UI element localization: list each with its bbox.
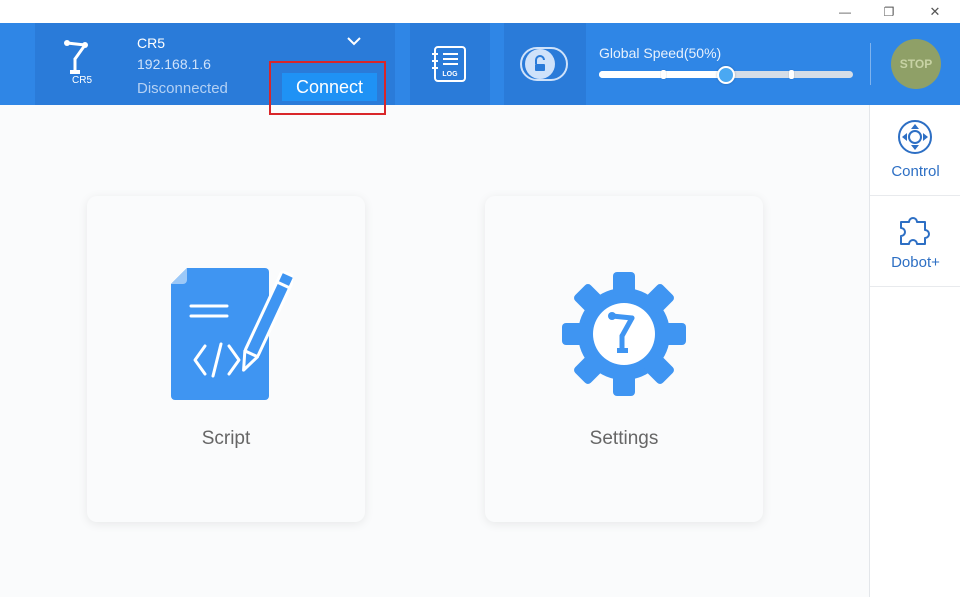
global-speed-slider[interactable] [599,66,853,84]
global-speed-label: Global Speed(50%) [599,45,722,61]
sidebar-item-label: Dobot+ [891,254,940,271]
close-button[interactable]: ✕ [912,0,958,23]
enable-toggle-button[interactable] [504,23,586,105]
close-icon: ✕ [929,3,941,19]
connection-status: Disconnected [137,80,228,97]
settings-card[interactable]: Settings [485,196,763,522]
top-toolbar: CR5 CR5 192.168.1.6 Disconnected Connect… [0,23,960,105]
minimize-icon: — [839,4,851,19]
robot-selector[interactable]: CR5 CR5 192.168.1.6 Disconnected Connect [35,23,395,105]
right-sidebar: Control Dobot+ [869,105,960,597]
sidebar-item-label: Control [891,163,940,180]
log-icon: LOG [432,46,466,82]
restore-button[interactable]: ❐ [866,0,912,23]
script-document-icon [171,268,293,400]
minimize-button[interactable]: — [822,0,868,23]
toolbar-divider [870,43,871,85]
robot-name: CR5 [137,35,166,51]
log-icon-text: LOG [442,71,458,78]
restore-icon: ❐ [883,4,895,19]
speed-slider-tick [789,70,794,79]
connect-button[interactable]: Connect [282,73,377,101]
puzzle-piece-icon [900,217,930,245]
lock-toggle-icon [520,47,568,81]
chevron-down-icon[interactable] [345,35,363,47]
script-card[interactable]: Script [87,196,365,522]
emergency-stop-button[interactable]: STOP [891,39,941,89]
directional-pad-icon [898,120,932,154]
script-card-label: Script [201,428,251,449]
robot-arm-icon [64,40,88,74]
log-button[interactable]: LOG [410,23,490,105]
sidebar-item-control[interactable]: Control [870,105,960,196]
robot-model-short-label: CR5 [72,75,93,86]
window-title-bar: — ❐ ✕ [0,0,960,23]
sidebar-item-dobot-plus[interactable]: Dobot+ [870,196,960,287]
settings-gear-icon [562,272,686,396]
settings-card-label: Settings [589,428,659,449]
robot-ip-address: 192.168.1.6 [137,56,211,72]
speed-slider-tick [661,70,666,79]
speed-slider-handle[interactable] [717,66,735,84]
